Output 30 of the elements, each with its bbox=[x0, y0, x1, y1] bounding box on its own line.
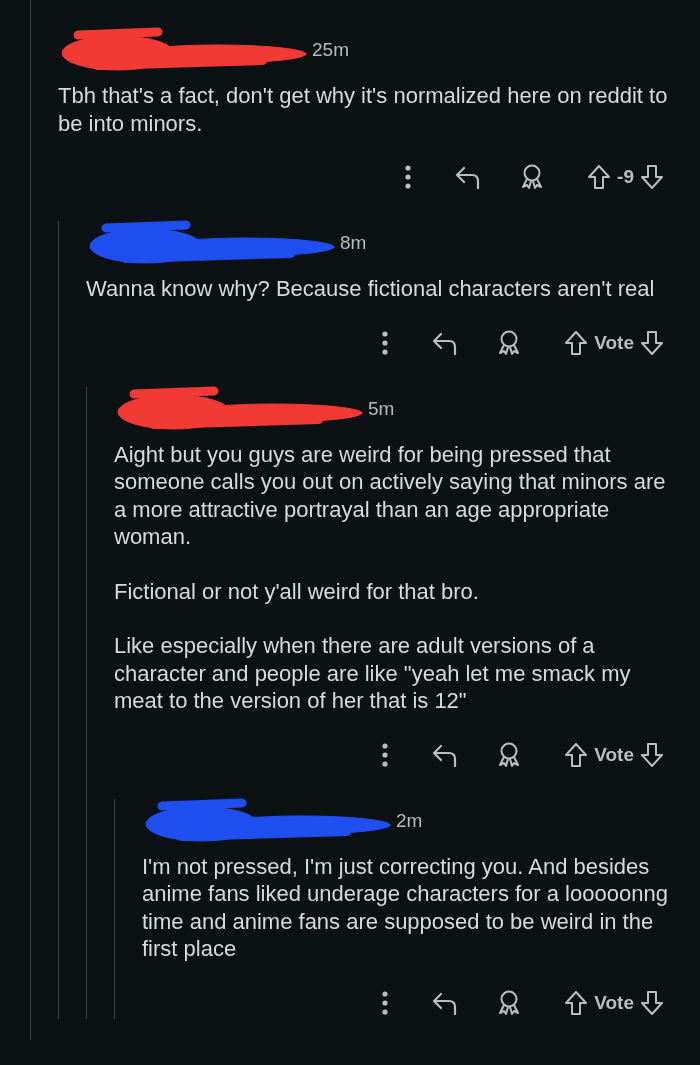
comment-time: 25m bbox=[312, 39, 349, 61]
vote-score: Vote bbox=[594, 331, 634, 354]
downvote-icon[interactable] bbox=[640, 741, 664, 768]
comment-text: Fictional or not y'all weird for that bro. bbox=[114, 577, 480, 605]
more-options-icon[interactable] bbox=[405, 165, 412, 189]
upvote-icon[interactable] bbox=[564, 329, 589, 356]
downvote-icon[interactable] bbox=[640, 989, 664, 1016]
reply-icon[interactable] bbox=[432, 742, 459, 767]
comment-text: Wanna know why? Because fictional characters aren't real bbox=[86, 275, 656, 303]
comment-text: Like especially when there are adult versions of a character and people are like "yeah let me smack my meat to the version of her that is 12" bbox=[114, 632, 632, 715]
vote-score: Vote bbox=[594, 991, 634, 1014]
comment-time: 2m bbox=[396, 809, 423, 832]
more-options-icon[interactable] bbox=[382, 742, 389, 767]
vote-score: Vote bbox=[594, 743, 634, 766]
downvote-icon[interactable] bbox=[640, 164, 664, 190]
upvote-icon[interactable] bbox=[564, 741, 589, 768]
reply-icon[interactable] bbox=[432, 990, 459, 1015]
comment-time: 8m bbox=[340, 232, 367, 254]
reply-icon[interactable] bbox=[455, 165, 482, 189]
vote-score: -9 bbox=[617, 166, 634, 188]
more-options-icon[interactable] bbox=[382, 330, 389, 355]
reply-icon[interactable] bbox=[432, 330, 459, 355]
upvote-icon[interactable] bbox=[564, 989, 589, 1016]
downvote-icon[interactable] bbox=[640, 329, 664, 356]
comment-time: 5m bbox=[368, 397, 395, 420]
comment-text: Aight but you guys are weird for being pressed that someone calls you out on actively saying that minors are a more attractive portrayal than an age appropriate woman. bbox=[114, 440, 667, 551]
upvote-icon[interactable] bbox=[587, 164, 612, 190]
comment-text: Tbh that's a fact, don't get why it's normalized here on reddit to be into minors. bbox=[58, 82, 669, 137]
more-options-icon[interactable] bbox=[382, 990, 389, 1015]
comment-text: I'm not pressed, I'm just correcting you. And besides anime fans liked underage characters for a looooonng time and anime fans are supposed to be weird in the first place bbox=[142, 852, 669, 963]
